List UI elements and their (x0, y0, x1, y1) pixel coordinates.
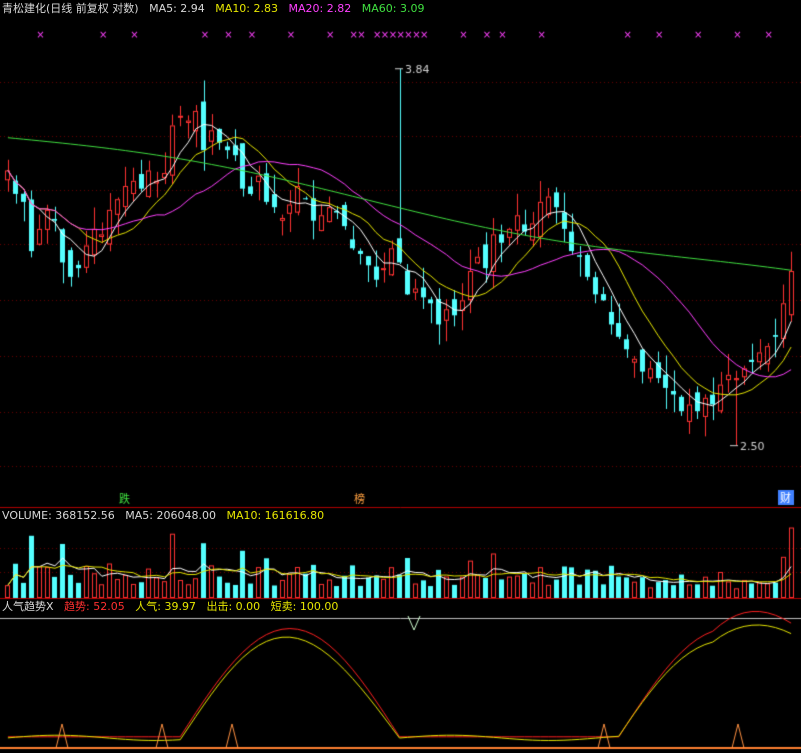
volume-ma5-value: MA5: 206048.00 (125, 509, 216, 522)
ma10-value: MA10: 2.83 (215, 2, 279, 15)
volume-header: VOLUME: 368152.56 MA5: 206048.00 MA10: 1… (2, 509, 331, 523)
short-value: 短卖: 100.00 (270, 600, 339, 613)
ma20-value: MA20: 2.82 (288, 2, 352, 15)
popularity-value: 人气: 39.97 (135, 600, 196, 613)
indicator-header: 人气趋势X 趋势: 52.05 人气: 39.97 出击: 0.00 短卖: 1… (2, 600, 345, 614)
trend-value: 趋势: 52.05 (64, 600, 125, 613)
main-chart-header: 青松建化(日线 前复权 对数) MA5: 2.94 MA10: 2.83 MA2… (2, 2, 431, 16)
ma60-value: MA60: 3.09 (361, 2, 425, 15)
stock-title: 青松建化(日线 前复权 对数) (2, 2, 139, 15)
exit-value: 出击: 0.00 (206, 600, 261, 613)
indicator-name: 人气趋势X (2, 600, 54, 613)
volume-ma10-value: MA10: 161616.80 (226, 509, 325, 522)
volume-value: VOLUME: 368152.56 (2, 509, 115, 522)
ma5-value: MA5: 2.94 (149, 2, 205, 15)
kline-chart[interactable] (0, 0, 801, 753)
